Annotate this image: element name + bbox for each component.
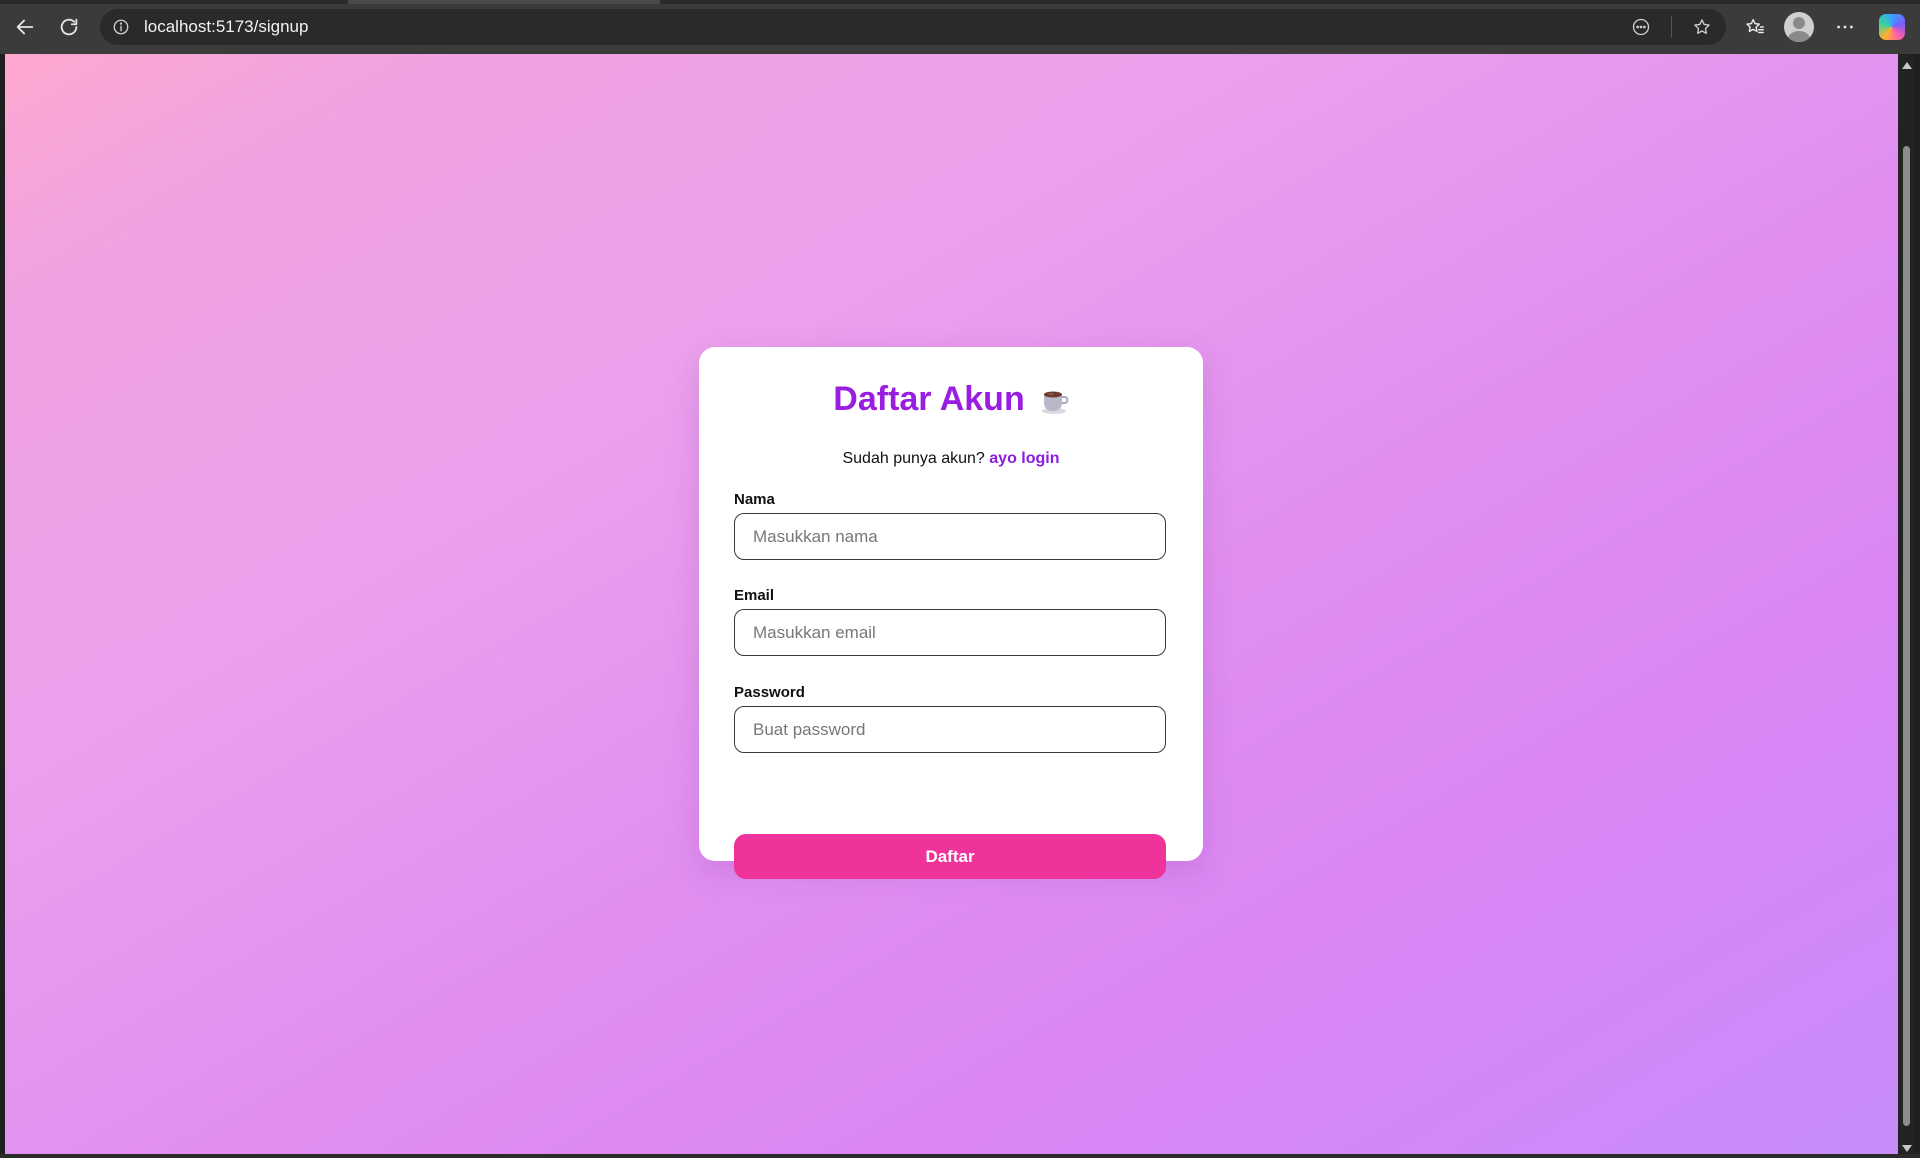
profile-button[interactable] bbox=[1782, 10, 1816, 44]
more-icon bbox=[1837, 25, 1853, 29]
signup-card: Daftar Akun Sudah punya akun? ayo login … bbox=[699, 347, 1203, 879]
title-text: Daftar Akun bbox=[833, 380, 1025, 418]
back-button[interactable] bbox=[8, 10, 42, 44]
password-input[interactable] bbox=[734, 706, 1166, 753]
copilot-button[interactable] bbox=[1875, 10, 1909, 44]
signup-button[interactable]: Daftar bbox=[734, 834, 1166, 879]
reader-mode-button[interactable] bbox=[1625, 11, 1657, 43]
browser-toolbar: localhost:5173/signup bbox=[0, 0, 1920, 54]
tab-strip bbox=[0, 0, 1920, 4]
reader-mode-icon bbox=[1632, 18, 1650, 36]
scroll-thumb[interactable] bbox=[1903, 146, 1910, 1126]
url-text[interactable]: localhost:5173/signup bbox=[144, 17, 308, 37]
reload-button[interactable] bbox=[52, 10, 86, 44]
coffee-cup-icon bbox=[1041, 391, 1069, 414]
star-icon bbox=[1694, 19, 1710, 34]
profile-avatar-icon bbox=[1784, 12, 1814, 42]
more-menu-button[interactable] bbox=[1828, 10, 1862, 44]
favorite-button[interactable] bbox=[1686, 11, 1718, 43]
name-input[interactable] bbox=[734, 513, 1166, 560]
scroll-down-arrow-icon[interactable] bbox=[1902, 1145, 1912, 1152]
copilot-icon bbox=[1879, 14, 1905, 40]
favorites-button[interactable] bbox=[1738, 10, 1772, 44]
window-bottom-edge bbox=[0, 1154, 1920, 1158]
login-link[interactable]: ayo login bbox=[989, 450, 1059, 467]
name-label: Nama bbox=[734, 491, 775, 508]
back-arrow-icon bbox=[16, 19, 34, 35]
email-label: Email bbox=[734, 587, 775, 604]
address-bar-divider bbox=[1671, 16, 1672, 38]
scroll-up-arrow-icon[interactable] bbox=[1902, 62, 1912, 69]
info-icon bbox=[113, 19, 129, 35]
email-input[interactable] bbox=[734, 609, 1166, 656]
login-prompt-text: Sudah punya akun? bbox=[842, 450, 985, 467]
active-tab-indicator bbox=[348, 0, 660, 4]
password-label: Password bbox=[734, 684, 805, 701]
page-title: Daftar Akun bbox=[699, 380, 1203, 419]
favorites-icon bbox=[1746, 18, 1764, 34]
page-viewport: Daftar Akun Sudah punya akun? ayo login … bbox=[5, 54, 1898, 1154]
site-info-button[interactable] bbox=[102, 9, 140, 45]
reload-icon bbox=[60, 18, 78, 36]
login-prompt: Sudah punya akun? ayo login bbox=[699, 450, 1203, 468]
address-bar[interactable]: localhost:5173/signup bbox=[100, 9, 1726, 45]
vertical-scrollbar[interactable] bbox=[1898, 54, 1915, 1158]
